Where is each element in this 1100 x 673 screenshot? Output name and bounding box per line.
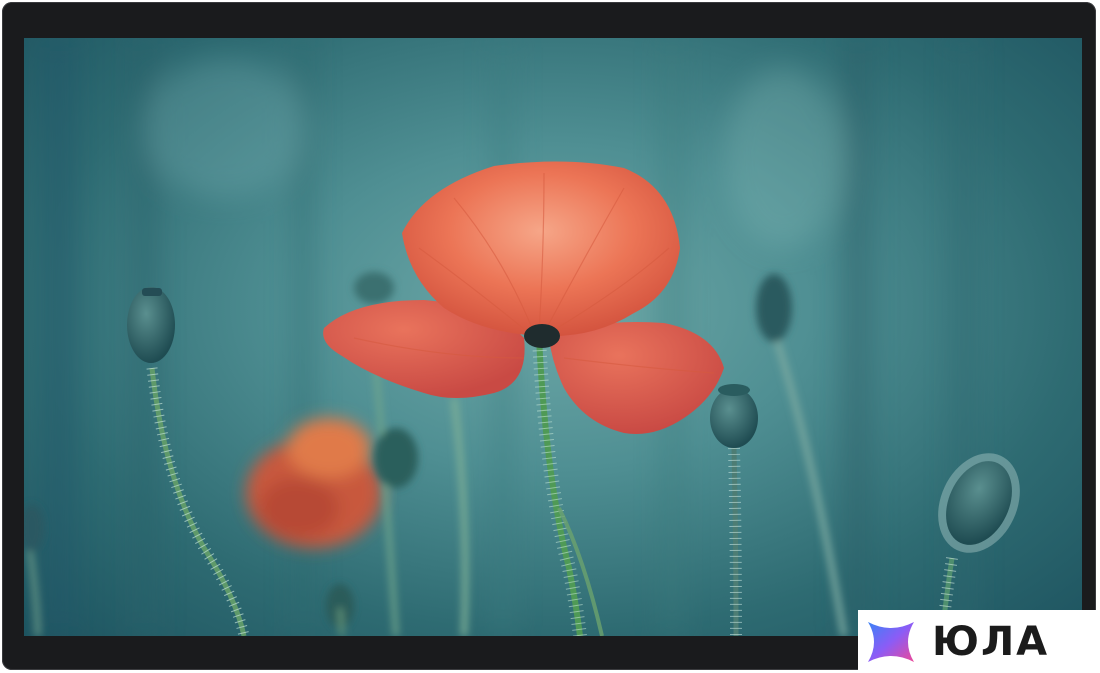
blurred-poppy [246, 418, 382, 548]
screen-photo [24, 38, 1082, 636]
youla-logo-icon [868, 622, 914, 662]
center-right-bud [710, 384, 758, 636]
watermark-brand-text: ЮЛА [932, 619, 1050, 665]
poppy-photo [24, 38, 1020, 636]
display-monitor [2, 2, 1096, 670]
watermark: ЮЛА [858, 610, 1100, 673]
far-right-bud [936, 453, 1020, 636]
